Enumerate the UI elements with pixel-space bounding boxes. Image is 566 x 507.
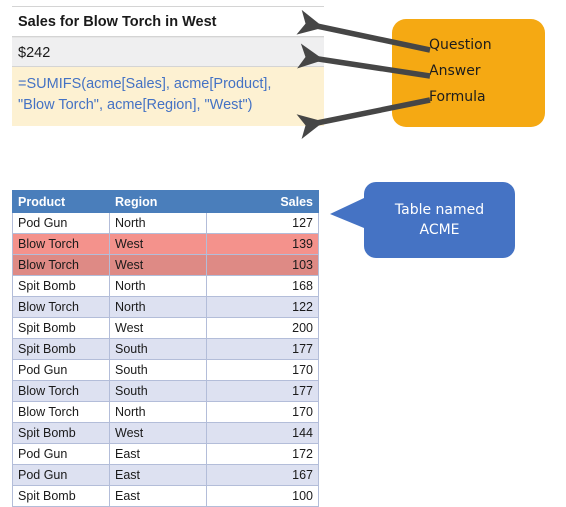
table-row[interactable]: Blow Torch North 170 <box>12 401 319 423</box>
formula-line-2: "Blow Torch", acme[Region], "West") <box>18 97 253 113</box>
cell-sales[interactable]: 177 <box>206 380 319 402</box>
cell-region[interactable]: South <box>109 359 207 381</box>
cell-product[interactable]: Blow Torch <box>12 296 110 318</box>
orange-callout-legend: Question Answer Formula <box>392 19 545 127</box>
blue-callout-tail <box>330 198 364 228</box>
table-row[interactable]: Pod Gun East 172 <box>12 443 319 465</box>
cell-product[interactable]: Pod Gun <box>12 359 110 381</box>
column-header-sales[interactable]: Sales <box>206 190 319 213</box>
cell-product[interactable]: Blow Torch <box>12 254 110 276</box>
cell-region[interactable]: North <box>109 296 207 318</box>
table-row[interactable]: Spit Bomb North 168 <box>12 275 319 297</box>
callout-label-answer: Answer <box>429 63 481 79</box>
cell-region[interactable]: South <box>109 338 207 360</box>
cell-product[interactable]: Spit Bomb <box>12 338 110 360</box>
cell-sales[interactable]: 200 <box>206 317 319 339</box>
cell-sales[interactable]: 170 <box>206 359 319 381</box>
column-header-product[interactable]: Product <box>12 190 110 213</box>
column-header-region[interactable]: Region <box>109 190 207 213</box>
table-row[interactable]: Spit Bomb South 177 <box>12 338 319 360</box>
formula-line-1: =SUMIFS(acme[Sales], acme[Product], <box>18 76 272 92</box>
cell-product[interactable]: Pod Gun <box>12 443 110 465</box>
cell-sales[interactable]: 103 <box>206 254 319 276</box>
question-answer-formula-block: Sales for Blow Torch in West $242 =SUMIF… <box>12 6 324 126</box>
formula-cell[interactable]: =SUMIFS(acme[Sales], acme[Product], "Blo… <box>12 67 324 126</box>
callout-label-question: Question <box>429 37 492 53</box>
cell-product[interactable]: Spit Bomb <box>12 317 110 339</box>
blue-callout-table-named: Table named ACME <box>364 182 515 258</box>
cell-region[interactable]: North <box>109 401 207 423</box>
cell-product[interactable]: Spit Bomb <box>12 275 110 297</box>
cell-product[interactable]: Blow Torch <box>12 380 110 402</box>
cell-region[interactable]: East <box>109 464 207 486</box>
cell-product[interactable]: Blow Torch <box>12 401 110 423</box>
blue-callout-line-1: Table named <box>394 202 485 218</box>
cell-sales[interactable]: 100 <box>206 485 319 507</box>
cell-region[interactable]: East <box>109 443 207 465</box>
cell-sales[interactable]: 177 <box>206 338 319 360</box>
cell-product[interactable]: Spit Bomb <box>12 485 110 507</box>
acme-data-table[interactable]: Product Region Sales Pod Gun North 127 Blow… <box>12 190 319 507</box>
cell-region[interactable]: North <box>109 212 207 234</box>
cell-product[interactable]: Blow Torch <box>12 233 110 255</box>
table-row[interactable]: Blow Torch West 103 <box>12 254 319 276</box>
cell-product[interactable]: Spit Bomb <box>12 422 110 444</box>
cell-region[interactable]: West <box>109 233 207 255</box>
cell-sales[interactable]: 167 <box>206 464 319 486</box>
table-row[interactable]: Pod Gun North 127 <box>12 212 319 234</box>
cell-sales[interactable]: 139 <box>206 233 319 255</box>
table-row[interactable]: Spit Bomb West 144 <box>12 422 319 444</box>
cell-sales[interactable]: 172 <box>206 443 319 465</box>
table-header-row: Product Region Sales <box>12 190 319 213</box>
table-row[interactable]: Pod Gun South 170 <box>12 359 319 381</box>
cell-product[interactable]: Pod Gun <box>12 212 110 234</box>
cell-region[interactable]: East <box>109 485 207 507</box>
table-row[interactable]: Pod Gun East 167 <box>12 464 319 486</box>
cell-sales[interactable]: 122 <box>206 296 319 318</box>
cell-sales[interactable]: 168 <box>206 275 319 297</box>
cell-sales[interactable]: 170 <box>206 401 319 423</box>
cell-region[interactable]: North <box>109 275 207 297</box>
table-row[interactable]: Spit Bomb West 200 <box>12 317 319 339</box>
cell-sales[interactable]: 144 <box>206 422 319 444</box>
cell-sales[interactable]: 127 <box>206 212 319 234</box>
cell-region[interactable]: West <box>109 317 207 339</box>
cell-product[interactable]: Pod Gun <box>12 464 110 486</box>
table-row[interactable]: Spit Bomb East 100 <box>12 485 319 507</box>
cell-region[interactable]: South <box>109 380 207 402</box>
cell-region[interactable]: West <box>109 254 207 276</box>
answer-cell[interactable]: $242 <box>12 37 324 67</box>
table-row[interactable]: Blow Torch South 177 <box>12 380 319 402</box>
table-row[interactable]: Blow Torch North 122 <box>12 296 319 318</box>
blue-callout-line-2: ACME <box>419 222 460 238</box>
question-cell[interactable]: Sales for Blow Torch in West <box>12 7 324 37</box>
table-body: Pod Gun North 127 Blow Torch West 139 Blow Tor… <box>12 212 319 507</box>
table-row[interactable]: Blow Torch West 139 <box>12 233 319 255</box>
cell-region[interactable]: West <box>109 422 207 444</box>
callout-label-formula: Formula <box>429 89 486 105</box>
